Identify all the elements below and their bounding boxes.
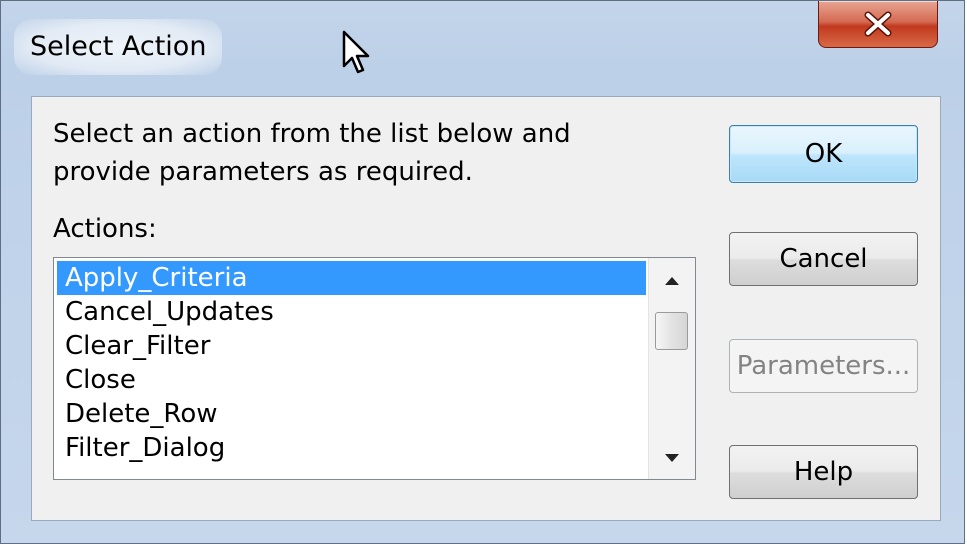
list-item-cancel-updates[interactable]: Cancel_Updates: [57, 295, 646, 329]
cancel-button[interactable]: Cancel: [729, 232, 918, 286]
close-button[interactable]: [818, 1, 938, 48]
list-item-filter-dialog[interactable]: Filter_Dialog: [57, 431, 646, 465]
list-item-apply-criteria[interactable]: Apply_Criteria: [57, 261, 646, 295]
dialog-body: Select an action from the list below and…: [31, 96, 941, 521]
window-title: Select Action: [14, 19, 223, 75]
scroll-thumb[interactable]: [655, 312, 688, 350]
list-item-clear-filter[interactable]: Clear_Filter: [57, 329, 646, 363]
ok-button[interactable]: OK: [729, 125, 918, 183]
list-item-delete-row[interactable]: Delete_Row: [57, 397, 646, 431]
mouse-pointer-icon: [342, 30, 372, 80]
title-bar[interactable]: Select Action: [1, 1, 964, 91]
actions-label: Actions:: [53, 214, 157, 244]
parameters-button[interactable]: Parameters...: [729, 339, 918, 393]
actions-list: Apply_Criteria Cancel_Updates Clear_Filt…: [54, 261, 646, 465]
vertical-scrollbar[interactable]: [648, 258, 695, 479]
scroll-down-arrow-icon[interactable]: [649, 441, 695, 475]
close-x-icon: [861, 11, 895, 37]
list-item-close[interactable]: Close: [57, 363, 646, 397]
actions-listbox[interactable]: Apply_Criteria Cancel_Updates Clear_Filt…: [53, 257, 696, 480]
help-button[interactable]: Help: [729, 445, 918, 499]
dialog-window: Select Action Select an action from the …: [0, 0, 965, 544]
instructions-text: Select an action from the list below and…: [53, 119, 571, 187]
scroll-up-arrow-icon[interactable]: [649, 264, 695, 298]
